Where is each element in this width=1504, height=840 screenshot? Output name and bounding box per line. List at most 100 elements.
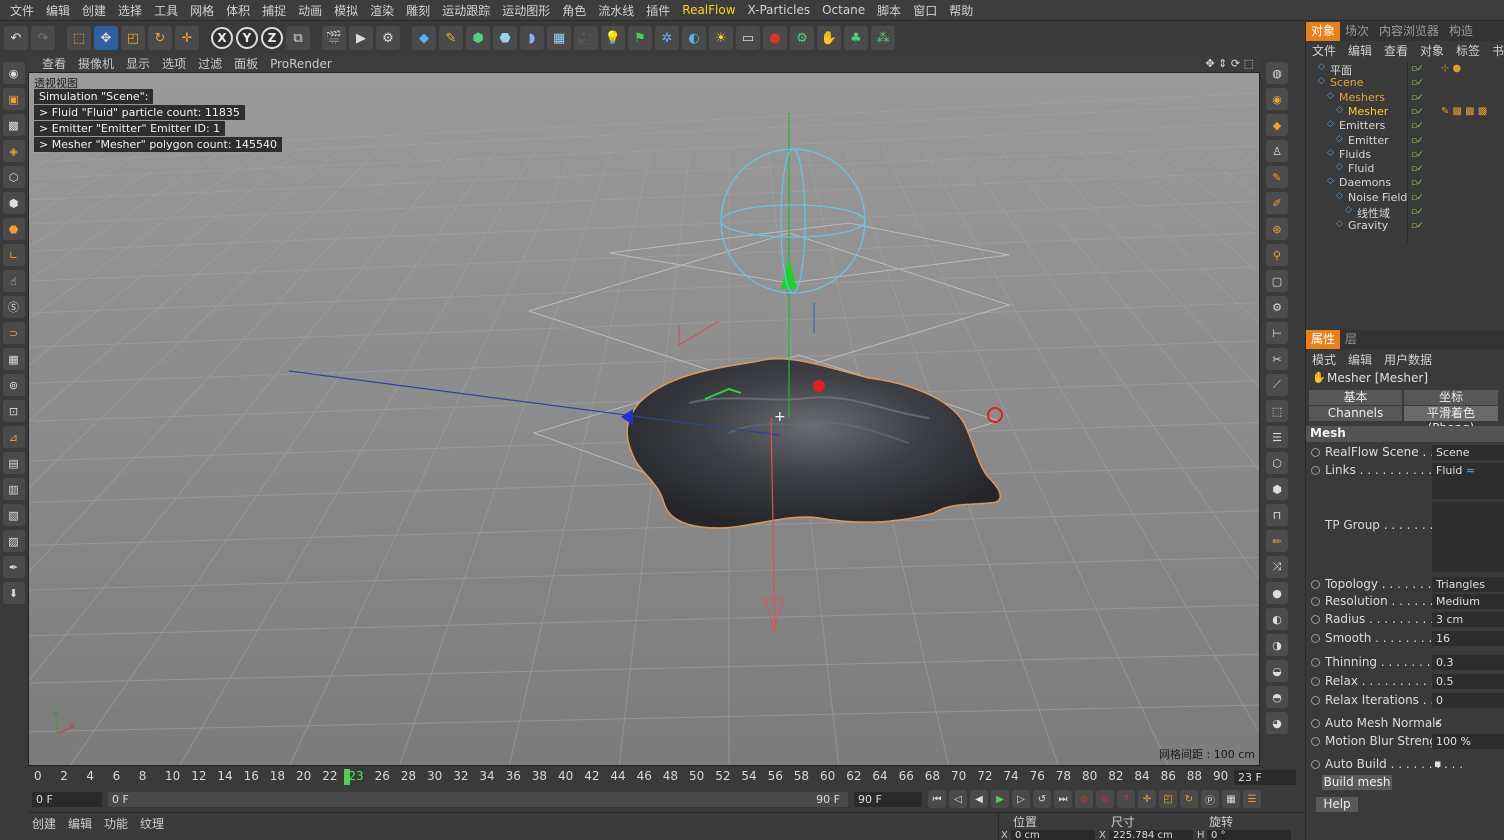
visibility-toggles[interactable]: ▫✓ [1411, 164, 1429, 174]
object-panel-menu-item[interactable]: 对象 [1420, 42, 1444, 59]
menu-item[interactable]: 插件 [640, 2, 676, 19]
render-settings-icon[interactable]: ⚙ [376, 26, 400, 50]
magnet-icon[interactable]: ⊃ [2, 322, 25, 344]
viewport-menu-item[interactable]: 摄像机 [72, 55, 120, 72]
viewport-menu-item[interactable]: 查看 [36, 55, 72, 72]
menu-item[interactable]: 帮助 [943, 2, 979, 19]
red-handle[interactable] [813, 380, 825, 392]
menu-item[interactable]: X-Particles [742, 3, 817, 17]
tree-node-name[interactable]: Emitters [1339, 119, 1385, 132]
rot-key-icon[interactable]: ↻ [1180, 790, 1198, 808]
material-ball-icon[interactable]: ◒ [1266, 660, 1288, 682]
visibility-toggles[interactable]: ▫✓ [1411, 178, 1429, 188]
measure-icon[interactable]: ⊿ [2, 426, 25, 448]
download-icon[interactable]: ⬇ [2, 582, 25, 604]
pencil-icon[interactable]: ✏ [1266, 530, 1288, 552]
tweak-mode-icon[interactable]: ☝ [2, 270, 25, 292]
menu-item[interactable]: 文件 [4, 2, 40, 19]
links-list[interactable]: Fluid ≈ [1432, 463, 1504, 499]
record-key-icon[interactable]: ⊘ [1075, 790, 1093, 808]
visibility-toggles[interactable]: ▫✓ [1411, 64, 1429, 74]
paint-icon[interactable]: ▧ [2, 504, 25, 526]
material-sphere-icon[interactable]: ● [1266, 582, 1288, 604]
plane-tags[interactable]: ⊹ ● [1441, 63, 1461, 74]
object-panel-tab[interactable]: 内容浏览器 [1374, 22, 1444, 41]
move-tool-icon[interactable]: ✥ [94, 26, 118, 50]
lock-workplane-icon[interactable]: ⊚ [2, 374, 25, 396]
visibility-toggles[interactable]: ▫✓ [1411, 221, 1429, 231]
attribute-checkbox[interactable]: ▪ [1434, 757, 1441, 770]
xparticles-icon[interactable]: ♣ [844, 26, 868, 50]
select-tool-icon[interactable]: ⬚ [67, 26, 91, 50]
undo-icon[interactable]: ↶ [4, 26, 28, 50]
object-panel-tab[interactable]: 对象 [1306, 22, 1341, 41]
menu-item[interactable]: 运动图形 [496, 2, 556, 19]
animate-dot[interactable] [1311, 580, 1320, 589]
tree-row[interactable]: ◇ Meshers ▫✓ [1306, 91, 1504, 105]
attribute-field[interactable]: Medium [1432, 594, 1504, 609]
tree-node-name[interactable]: Emitter [1348, 134, 1389, 147]
deformer-icon[interactable]: ◗ [520, 26, 544, 50]
tree-row[interactable]: ◇ Noise Field ▫✓ [1306, 191, 1504, 205]
end-frame-field[interactable]: 90 F [854, 792, 922, 807]
subdivision-icon[interactable]: ⬢ [466, 26, 490, 50]
menu-item[interactable]: 运动跟踪 [436, 2, 496, 19]
tree-node-name[interactable]: Fluid [1348, 162, 1374, 175]
menu-item[interactable]: 窗口 [907, 2, 943, 19]
model-mode-icon[interactable]: ▣ [2, 88, 25, 110]
axis-z-button[interactable]: Z [261, 27, 283, 49]
pos-key-icon[interactable]: ✛ [1138, 790, 1156, 808]
material-sphere-2-icon[interactable]: ◐ [1266, 608, 1288, 630]
menu-item[interactable]: 体积 [220, 2, 256, 19]
octane-icon[interactable]: ◐ [682, 26, 706, 50]
object-panel-menu-item[interactable]: 编辑 [1348, 42, 1372, 59]
attribute-field[interactable]: 3 cm [1432, 612, 1504, 627]
mix-icon[interactable]: ◓ [1266, 686, 1288, 708]
tree-row[interactable]: ◇ Gravity ▫✓ [1306, 219, 1504, 233]
animate-dot[interactable] [1311, 760, 1320, 769]
visibility-toggles[interactable]: ▫✓ [1411, 136, 1429, 146]
timeline-menu-icon[interactable]: ☰ [1243, 790, 1261, 808]
menu-item[interactable]: 网格 [184, 2, 220, 19]
object-panel-tab[interactable]: 场次 [1340, 22, 1374, 41]
figure-icon[interactable]: ♙ [1266, 140, 1288, 162]
animate-dot[interactable] [1311, 597, 1320, 606]
animate-dot[interactable] [1311, 719, 1320, 728]
visibility-toggles[interactable]: ▫✓ [1411, 207, 1429, 217]
prev-frame-icon[interactable]: ◀ [970, 790, 988, 808]
visibility-toggles[interactable]: ▫✓ [1411, 150, 1429, 160]
cube-wire-icon[interactable]: ⬡ [1266, 452, 1288, 474]
menu-item[interactable]: 模拟 [328, 2, 364, 19]
attributes-menu-item[interactable]: 编辑 [1348, 351, 1372, 368]
attributes-menu-item[interactable]: 用户数据 [1384, 351, 1432, 368]
visibility-toggles[interactable]: ▫✓ [1411, 193, 1429, 203]
realflow-daemon-icon[interactable]: ✲ [655, 26, 679, 50]
material-menu-item[interactable]: 编辑 [68, 815, 92, 832]
animate-dot[interactable] [1311, 448, 1320, 457]
attribute-field[interactable]: 100 % [1432, 734, 1504, 749]
size-x-field[interactable]: 225.784 cm [1109, 830, 1193, 840]
tree-node-name[interactable]: Daemons [1339, 176, 1391, 189]
uv-icon[interactable]: ▤ [2, 452, 25, 474]
object-panel-tab[interactable]: 构造 [1444, 22, 1478, 41]
build-mesh-button[interactable]: Build mesh [1322, 775, 1392, 790]
menu-item[interactable]: 工具 [148, 2, 184, 19]
snap-icon[interactable]: Ⓢ [2, 296, 25, 318]
cube-outline-icon[interactable]: ⬢ [1266, 478, 1288, 500]
render-region-icon[interactable]: ⊡ [2, 400, 25, 422]
cube-orange-icon[interactable]: ◆ [1266, 114, 1288, 136]
tp-group-list[interactable] [1432, 502, 1504, 572]
position-x-field[interactable]: 0 cm [1011, 830, 1095, 840]
menu-item[interactable]: RealFlow [676, 3, 741, 17]
tree-node-name[interactable]: Mesher [1348, 105, 1388, 118]
menu-item[interactable]: 创建 [76, 2, 112, 19]
attribute-field[interactable]: 0 [1432, 693, 1504, 708]
extrude-icon[interactable]: ⬚ [1266, 400, 1288, 422]
points-mode-icon[interactable]: ⬡ [2, 166, 25, 188]
phong-tab-button[interactable]: 平滑着色(Phong) [1404, 406, 1498, 435]
attribute-field[interactable]: 0.5 [1432, 674, 1504, 689]
tree-node-name[interactable]: Scene [1330, 76, 1364, 89]
visibility-toggles[interactable]: ▫✓ [1411, 121, 1429, 131]
bars-icon[interactable]: ☰ [1266, 426, 1288, 448]
dynamics-icon[interactable]: ⊛ [1266, 218, 1288, 240]
